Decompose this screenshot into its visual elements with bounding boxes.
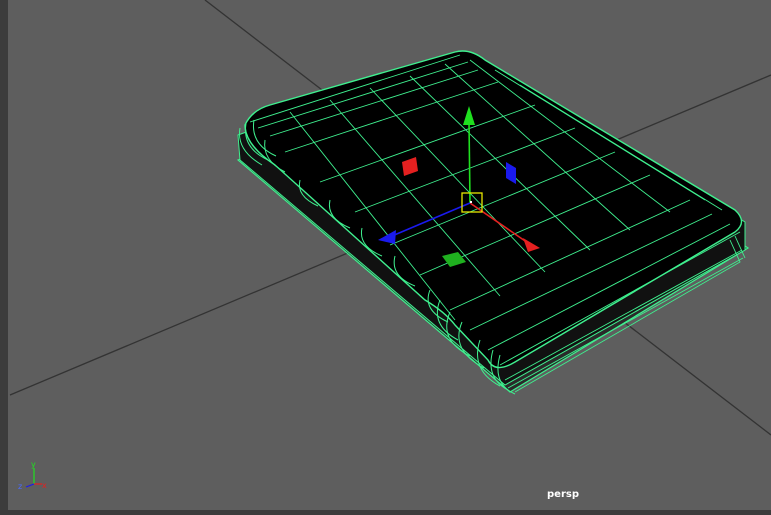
axis-label-z: z — [18, 482, 22, 491]
perspective-viewport[interactable]: y x z persp — [0, 0, 771, 515]
camera-name-label: persp — [547, 489, 579, 500]
view-axis-indicator: y x z — [18, 460, 47, 491]
book-mesh[interactable] — [236, 50, 750, 395]
y-axis-handle[interactable] — [468, 121, 471, 204]
pivot-point — [470, 201, 472, 203]
axis-label-y: y — [31, 460, 36, 469]
viewport-scene[interactable] — [0, 0, 771, 515]
axis-indicator-z — [25, 483, 35, 488]
axis-label-x: x — [42, 481, 47, 490]
viewport-frame-bottom — [0, 510, 771, 515]
